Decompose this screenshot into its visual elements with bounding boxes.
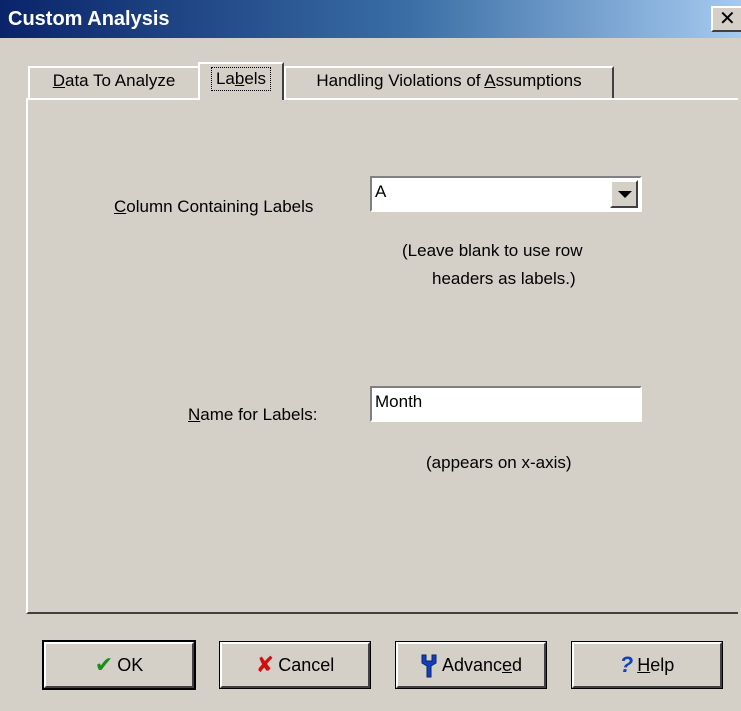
cancel-label: Cancel (278, 655, 335, 675)
advanced-button[interactable]: Advanced (395, 641, 547, 689)
close-button[interactable]: ✕ (711, 6, 741, 32)
help-button[interactable]: ? Help (571, 641, 723, 689)
column-containing-labels-label: Column Containing Labels (114, 197, 314, 216)
advanced-label: Advanced (441, 655, 523, 675)
column-hint-line2: headers as labels.) (432, 269, 576, 288)
name-for-labels-input[interactable]: Month (370, 386, 642, 422)
close-icon: ✕ (719, 8, 736, 30)
custom-analysis-dialog: Custom Analysis ✕ Data To Analyze Labels… (0, 0, 741, 711)
help-label: Help (637, 655, 675, 675)
tab-handling-violations-label: Handling Violations of Assumptions (316, 71, 582, 90)
column-hint-line1: (Leave blank to use row (402, 241, 583, 260)
name-hint: (appears on x-axis) (426, 453, 572, 472)
column-labels-combobox[interactable]: A (370, 176, 642, 212)
ok-button[interactable]: ✔ OK (42, 640, 196, 690)
title-bar[interactable]: Custom Analysis ✕ (0, 0, 741, 38)
tab-labels[interactable]: Labels (198, 62, 284, 100)
dialog-title: Custom Analysis (8, 8, 170, 30)
check-icon: ✔ (94, 652, 114, 677)
name-for-labels-label: Name for Labels: (188, 405, 318, 424)
tab-handling-violations[interactable]: Handling Violations of Assumptions (284, 66, 614, 98)
name-for-labels-value: Month (375, 392, 423, 411)
tab-data-to-analyze-label: Data To Analyze (52, 71, 176, 90)
tab-data-to-analyze[interactable]: Data To Analyze (28, 66, 200, 98)
x-icon: ✘ (255, 652, 275, 677)
cancel-button[interactable]: ✘ Cancel (219, 641, 371, 689)
chevron-down-icon[interactable] (610, 180, 638, 208)
ok-label: OK (117, 655, 144, 675)
wrench-icon (420, 652, 438, 694)
question-icon: ? (619, 652, 634, 677)
tab-labels-label: Labels (210, 67, 272, 91)
column-labels-value: A (375, 182, 387, 201)
